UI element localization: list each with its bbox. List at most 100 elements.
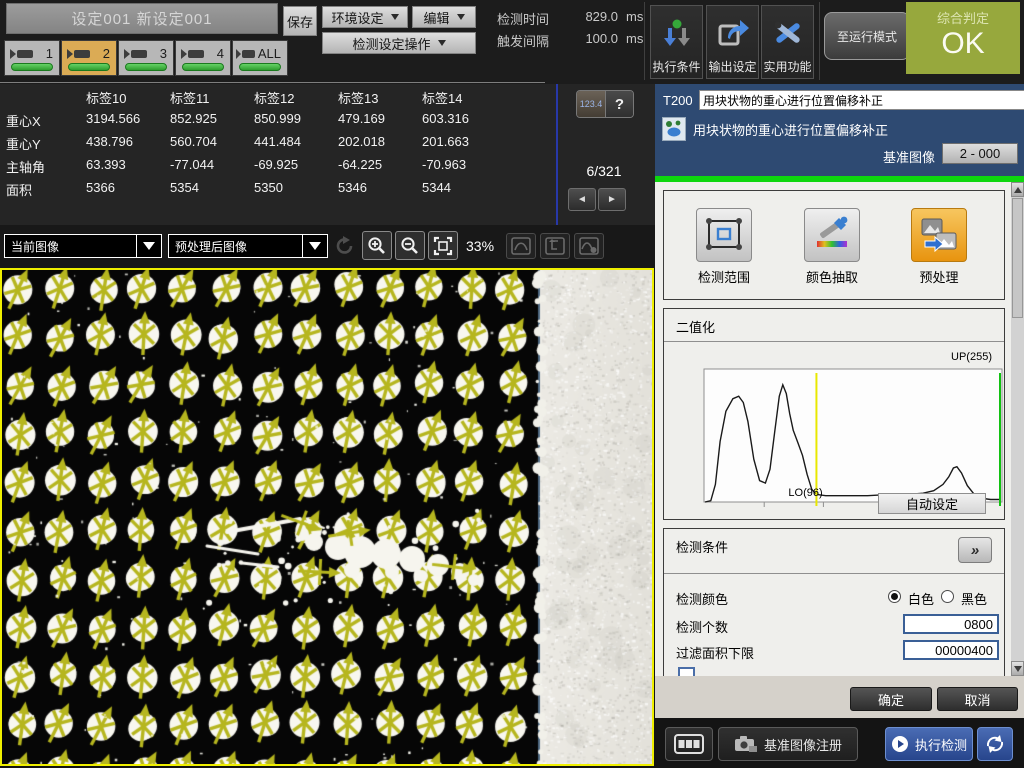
detect-time-label: 检测时间 xyxy=(497,9,549,28)
register-reference-button[interactable]: 基准图像注册 xyxy=(718,727,858,761)
prev-page-button[interactable]: ◄ xyxy=(568,188,596,211)
col-header: 标签10 xyxy=(86,88,126,107)
image-history-button[interactable] xyxy=(665,727,713,761)
scroll-up-button[interactable] xyxy=(1011,182,1024,197)
judge-status-value: OK xyxy=(941,29,984,59)
run-detection-button[interactable]: 执行检测 xyxy=(885,727,973,761)
cell: 201.663 xyxy=(422,134,469,149)
setting-title: 设定001 新设定001 xyxy=(6,3,278,34)
camera-tab-1[interactable]: 1 xyxy=(4,40,60,76)
run-mode-button[interactable]: 至运行模式 xyxy=(824,12,910,60)
app-window: 设定001 新设定001 保存 环境设定 编辑 检测设定操作 检测时间 829.… xyxy=(0,0,1024,768)
cell: 850.999 xyxy=(254,111,301,126)
cancel-button[interactable]: 取消 xyxy=(937,687,1018,711)
cell: 441.484 xyxy=(254,134,301,149)
partial-checkbox[interactable] xyxy=(678,667,695,676)
fit-screen-button[interactable] xyxy=(428,231,458,260)
divider xyxy=(819,2,820,80)
zoom-out-button[interactable] xyxy=(395,231,425,260)
next-page-button[interactable]: ► xyxy=(598,188,626,211)
camera-register-icon xyxy=(734,735,758,753)
row-label: 主轴角 xyxy=(6,157,45,176)
panel-scrollbar[interactable] xyxy=(1011,182,1024,676)
profile-settings-icon xyxy=(579,237,599,255)
output-setting-button[interactable]: 输出设定 xyxy=(706,5,759,79)
reference-image-selector[interactable]: 2 - 000 xyxy=(942,143,1018,164)
color-extract-label: 颜色抽取 xyxy=(792,267,872,286)
sync-icon xyxy=(984,734,1006,754)
image-stage-dropdown[interactable]: 预处理后图像 xyxy=(168,234,328,258)
expand-button[interactable]: » xyxy=(958,537,992,563)
range-icon xyxy=(703,216,745,254)
cell: 603.316 xyxy=(422,111,469,126)
col-header: 标签11 xyxy=(170,88,210,107)
histogram[interactable] xyxy=(703,365,1005,511)
fit-screen-icon xyxy=(433,236,453,256)
numeric-display-button[interactable]: 123.4 xyxy=(577,91,605,117)
utility-button[interactable]: 实用功能 xyxy=(761,5,814,79)
camera-tab-3[interactable]: 3 xyxy=(118,40,174,76)
exec-condition-button[interactable]: 执行条件 xyxy=(650,5,703,79)
cell: 63.393 xyxy=(86,157,126,172)
detect-setting-ops-menu[interactable]: 检测设定操作 xyxy=(322,32,476,54)
cell: 438.796 xyxy=(86,134,133,149)
detect-range-label: 检测范围 xyxy=(684,267,764,286)
cell: 5366 xyxy=(86,180,115,195)
zoom-in-button[interactable] xyxy=(362,231,392,260)
divider xyxy=(556,84,558,225)
filter-area-input[interactable] xyxy=(903,640,999,660)
cell: -70.963 xyxy=(422,157,466,172)
option-white: 白色 xyxy=(908,589,934,608)
cell: 5346 xyxy=(338,180,367,195)
radio-black[interactable] xyxy=(941,590,954,603)
environment-menu[interactable]: 环境设定 xyxy=(322,6,408,28)
detection-condition-title: 检测条件 xyxy=(676,537,728,556)
radio-white-selected[interactable] xyxy=(888,590,901,603)
trigger-interval-value: 100.0 xyxy=(568,31,618,46)
detect-range-button[interactable] xyxy=(696,208,752,262)
tool-settings-panel: T200 用块状物的重心进行位置偏移补正 基准图像 2 - 000 xyxy=(655,84,1024,768)
lower-threshold-label: LO(96) xyxy=(788,487,822,499)
camera-tab-all[interactable]: ALL xyxy=(232,40,288,76)
cell: 5350 xyxy=(254,180,283,195)
tool-description: 用块状物的重心进行位置偏移补正 xyxy=(693,120,888,139)
save-button[interactable]: 保存 xyxy=(283,6,317,36)
return-arrow-icon xyxy=(545,237,565,255)
cell: 479.169 xyxy=(338,111,385,126)
eyedropper-icon xyxy=(811,215,853,255)
scroll-down-button[interactable] xyxy=(1011,661,1024,676)
col-header: 标签12 xyxy=(254,88,294,107)
judge-label: 综合判定 xyxy=(937,8,989,27)
col-header: 标签13 xyxy=(338,88,378,107)
auto-set-button[interactable]: 自动设定 xyxy=(878,493,986,514)
status-bar-green xyxy=(125,63,167,71)
camera-icon xyxy=(124,48,148,60)
chevron-down-icon xyxy=(391,14,399,20)
top-toolbar: 设定001 新设定001 保存 环境设定 编辑 检测设定操作 检测时间 829.… xyxy=(0,0,1024,84)
col-header: 标签14 xyxy=(422,88,462,107)
help-button[interactable]: ? xyxy=(605,91,633,117)
status-bar-green xyxy=(68,63,110,71)
zoom-in-icon xyxy=(367,236,387,256)
edit-menu[interactable]: 编辑 xyxy=(412,6,476,28)
ok-button[interactable]: 确定 xyxy=(850,687,932,711)
camera-tab-2-active[interactable]: 2 xyxy=(61,40,117,76)
camera-tab-4[interactable]: 4 xyxy=(175,40,231,76)
cell: -69.925 xyxy=(254,157,298,172)
row-label: 重心Y xyxy=(6,134,41,153)
preprocess-label: 预处理 xyxy=(899,267,979,286)
color-extract-button[interactable] xyxy=(804,208,860,262)
continuous-run-button[interactable] xyxy=(977,727,1013,761)
preprocess-button-active[interactable] xyxy=(911,208,967,262)
display-mode-buttons: 123.4 ? xyxy=(576,90,634,118)
detect-color-label: 检测颜色 xyxy=(676,589,728,608)
camera-image-canvas[interactable] xyxy=(2,270,652,764)
image-source-dropdown[interactable]: 当前图像 xyxy=(4,234,162,258)
tool-name-input[interactable] xyxy=(699,90,1024,110)
chevron-down-icon xyxy=(302,235,327,257)
scrollbar-thumb[interactable] xyxy=(1012,198,1023,318)
export-arrow-icon xyxy=(716,16,750,50)
flow-arrows-icon xyxy=(660,16,694,50)
chevron-down-icon xyxy=(136,235,161,257)
detect-count-input[interactable] xyxy=(903,614,999,634)
